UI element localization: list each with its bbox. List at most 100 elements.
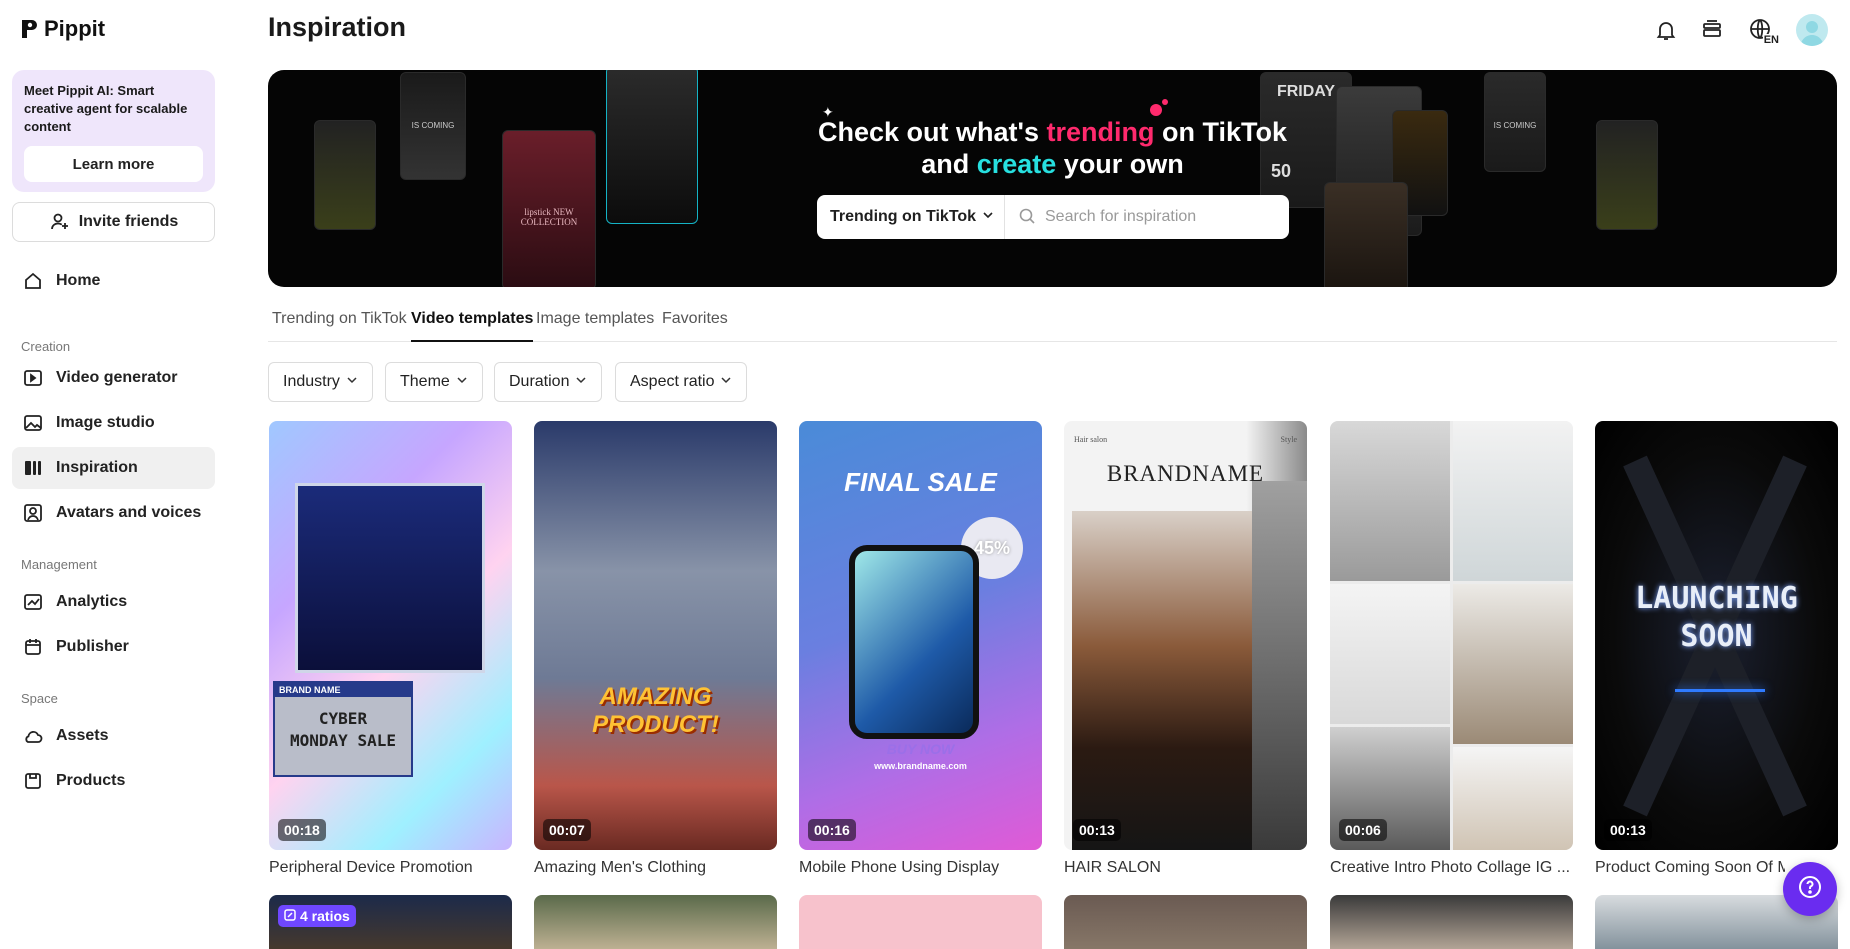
sidebar-item-avatars-voices[interactable]: Avatars and voices bbox=[12, 492, 215, 534]
template-title[interactable]: Amazing Men's Clothing bbox=[534, 859, 777, 877]
template-thumbnail[interactable] bbox=[534, 895, 777, 949]
bell-icon[interactable] bbox=[1652, 16, 1680, 44]
filter-theme[interactable]: Theme bbox=[385, 362, 483, 402]
headline-highlight: create bbox=[976, 149, 1057, 179]
template-thumbnail[interactable] bbox=[1330, 895, 1573, 949]
ratio-icon bbox=[284, 908, 296, 924]
globe-language-icon[interactable]: EN bbox=[1744, 16, 1780, 46]
template-thumbnail[interactable]: Hair salon Style BRANDNAME 00:13 bbox=[1064, 421, 1307, 850]
filter-label: Theme bbox=[400, 373, 450, 390]
inspiration-icon bbox=[22, 457, 44, 479]
sidebar-item-analytics[interactable]: Analytics bbox=[12, 581, 215, 623]
language-code: EN bbox=[1762, 34, 1780, 46]
help-button[interactable] bbox=[1783, 862, 1837, 916]
template-thumbnail[interactable]: 4 ratios bbox=[269, 895, 512, 949]
template-card[interactable]: LAUNCHING SOON 00:13 Product Coming Soon… bbox=[1595, 421, 1838, 877]
home-icon bbox=[22, 270, 44, 292]
headline-highlight: trending bbox=[1046, 117, 1155, 147]
sidebar-item-label: Assets bbox=[56, 727, 109, 744]
invite-label: Invite friends bbox=[78, 213, 179, 230]
filter-aspect-ratio[interactable]: Aspect ratio bbox=[615, 362, 748, 402]
logo[interactable]: Pippit bbox=[20, 16, 105, 42]
image-icon bbox=[22, 412, 44, 434]
template-title[interactable]: Creative Intro Photo Collage IG ... bbox=[1330, 859, 1573, 877]
invite-friends-button[interactable]: Invite friends bbox=[12, 202, 215, 242]
headline-text: your own bbox=[1056, 149, 1184, 179]
template-title[interactable]: HAIR SALON bbox=[1064, 859, 1307, 877]
template-title[interactable]: Product Coming Soon Of Mi bbox=[1595, 859, 1785, 877]
analytics-icon bbox=[22, 591, 44, 613]
tab-trending-on-tiktok[interactable]: Trending on TikTok bbox=[272, 310, 407, 340]
sidebar-item-label: Home bbox=[56, 272, 101, 289]
chevron-down-icon bbox=[346, 373, 358, 391]
portrait-image bbox=[1252, 481, 1307, 850]
header-actions: EN bbox=[1652, 14, 1828, 46]
thumbnail-text: Hair salon bbox=[1074, 435, 1108, 444]
template-thumbnail[interactable]: LAUNCHING SOON 00:13 bbox=[1595, 421, 1838, 850]
tab-video-templates[interactable]: Video templates bbox=[411, 310, 534, 342]
template-thumbnail[interactable]: BRAND NAME CYBER MONDAY SALE 00:18 bbox=[269, 421, 512, 850]
sidebar-item-image-studio[interactable]: Image studio bbox=[12, 402, 215, 444]
collage-image bbox=[1330, 421, 1450, 581]
pink-spark-icon bbox=[1148, 96, 1172, 123]
template-card[interactable]: BRAND NAME CYBER MONDAY SALE 00:18 Perip… bbox=[269, 421, 512, 877]
learn-more-button[interactable]: Learn more bbox=[24, 146, 203, 182]
template-card[interactable]: 00:06 Creative Intro Photo Collage IG ..… bbox=[1330, 421, 1573, 877]
template-thumbnail[interactable]: FINAL SALE 45% BUY NOW www.brandname.com… bbox=[799, 421, 1042, 850]
app-name: Pippit bbox=[44, 16, 106, 41]
template-thumbnail[interactable] bbox=[1064, 895, 1307, 949]
thumbnail-art bbox=[295, 483, 485, 673]
thumbnail-text: AMAZING PRODUCT! bbox=[592, 683, 719, 738]
banner-phone-text: lipstick NEW COLLECTION bbox=[520, 207, 578, 227]
tab-image-templates[interactable]: Image templates bbox=[536, 310, 654, 340]
thumbnail-text: CYBER bbox=[318, 709, 368, 728]
calendar-icon bbox=[22, 636, 44, 658]
avatar-frame-icon bbox=[22, 502, 44, 524]
chevron-down-icon bbox=[456, 373, 468, 391]
template-title[interactable]: Mobile Phone Using Display bbox=[799, 859, 1042, 877]
tab-favorites[interactable]: Favorites bbox=[662, 310, 728, 340]
sidebar-item-label: Products bbox=[56, 772, 126, 789]
template-thumbnail[interactable]: 00:06 bbox=[1330, 421, 1573, 850]
search-icon bbox=[1018, 207, 1036, 230]
banner-headline-line1: Check out what's trending on TikTok bbox=[268, 116, 1837, 148]
filter-label: Duration bbox=[509, 373, 570, 390]
sidebar-item-video-generator[interactable]: Video generator bbox=[12, 357, 215, 399]
duration-badge: 00:16 bbox=[808, 819, 856, 841]
duration-badge: 00:06 bbox=[1339, 819, 1387, 841]
template-card[interactable]: FINAL SALE 45% BUY NOW www.brandname.com… bbox=[799, 421, 1042, 877]
sidebar-item-publisher[interactable]: Publisher bbox=[12, 626, 215, 668]
filter-industry[interactable]: Industry bbox=[268, 362, 373, 402]
template-title[interactable]: Peripheral Device Promotion bbox=[269, 859, 512, 877]
sidebar-item-label: Avatars and voices bbox=[56, 504, 202, 521]
user-avatar[interactable] bbox=[1796, 14, 1828, 46]
content-tabs: Trending on TikTok Video templates Image… bbox=[268, 302, 1837, 342]
chevron-down-icon bbox=[982, 208, 994, 226]
aspect-ratio-badge: 4 ratios bbox=[278, 905, 356, 927]
sidebar-item-assets[interactable]: Assets bbox=[12, 715, 215, 757]
sidebar-item-label: Inspiration bbox=[56, 459, 138, 476]
promo-card: Meet Pippit AI: Smart creative agent for… bbox=[12, 70, 215, 192]
duration-badge: 00:07 bbox=[543, 819, 591, 841]
filter-duration[interactable]: Duration bbox=[494, 362, 603, 402]
sidebar-item-home[interactable]: Home bbox=[12, 260, 215, 302]
collage-image bbox=[1453, 747, 1573, 850]
search-input[interactable] bbox=[1005, 195, 1289, 239]
thumbnail-text: www.brandname.com bbox=[874, 761, 967, 771]
search-source-select[interactable]: Trending on TikTok bbox=[817, 195, 1005, 239]
hero-banner: IS COMING lipstick NEW COLLECTION FRIDAY… bbox=[268, 70, 1837, 287]
thumbnail-text: FINAL SALE bbox=[844, 467, 997, 497]
template-card[interactable]: AMAZING PRODUCT! 00:07 Amazing Men's Clo… bbox=[534, 421, 777, 877]
sidebar-item-inspiration[interactable]: Inspiration bbox=[12, 447, 215, 489]
sidebar-item-label: Analytics bbox=[56, 593, 128, 610]
duration-badge: 00:18 bbox=[278, 819, 326, 841]
template-thumbnail[interactable]: AMAZING PRODUCT! 00:07 bbox=[534, 421, 777, 850]
thumbnail-text: MONDAY SALE bbox=[290, 731, 396, 750]
collage-image bbox=[1453, 421, 1573, 581]
section-space: Space bbox=[21, 691, 58, 706]
sidebar: Pippit Meet Pippit AI: Smart creative ag… bbox=[0, 0, 228, 949]
template-thumbnail[interactable] bbox=[799, 895, 1042, 949]
sidebar-item-products[interactable]: Products bbox=[12, 760, 215, 802]
template-card[interactable]: Hair salon Style BRANDNAME 00:13 HAIR SA… bbox=[1064, 421, 1307, 877]
stack-icon[interactable] bbox=[1698, 16, 1726, 44]
